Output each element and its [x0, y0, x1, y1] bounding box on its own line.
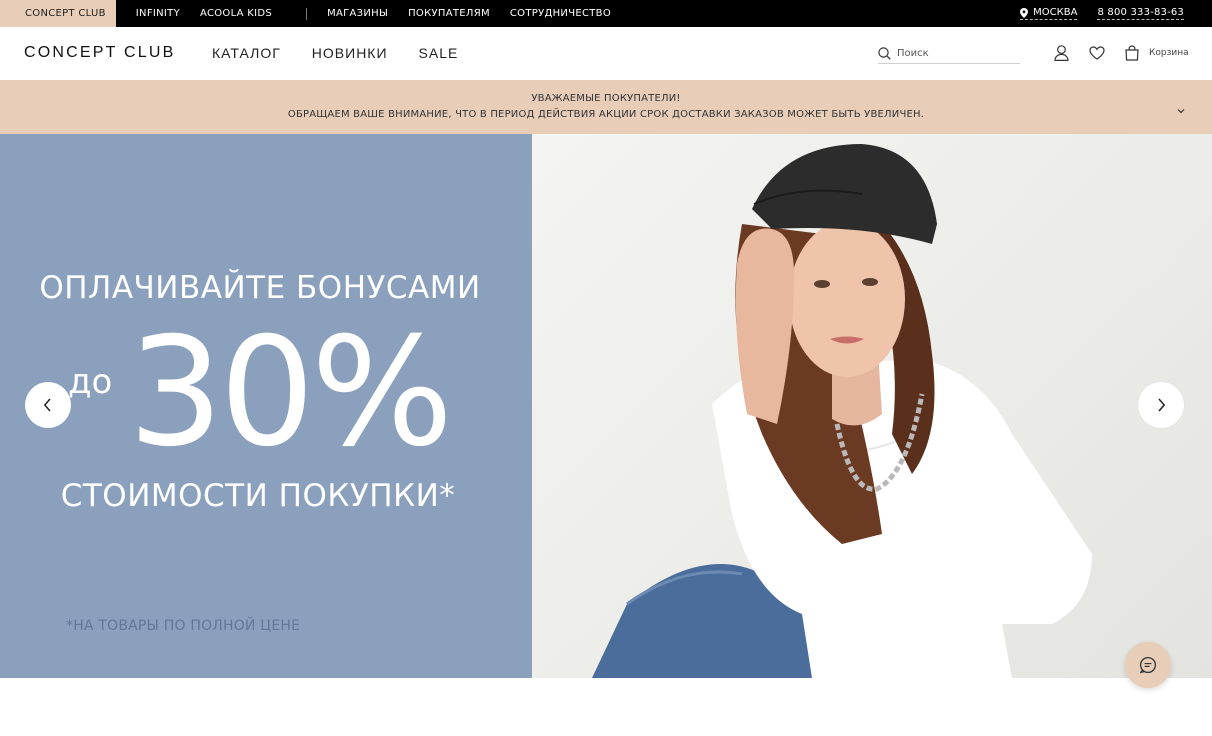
cart-button[interactable] — [1122, 43, 1142, 63]
topbar-right: МОСКВА 8 800 333-83-63 — [1020, 0, 1184, 27]
nav-catalog[interactable]: КАТАЛОГ — [212, 45, 281, 61]
user-icon — [1053, 45, 1069, 61]
notice-title: УВАЖАЕМЫЕ ПОКУПАТЕЛИ! — [531, 93, 681, 104]
heart-icon — [1089, 46, 1105, 60]
slider-next-button[interactable] — [1138, 382, 1184, 428]
promo-headline: ОПЛАЧИВАЙТЕ БОНУСАМИ — [39, 270, 481, 306]
location-pin-icon — [1020, 7, 1029, 18]
notice-text: ОБРАЩАЕМ ВАШЕ ВНИМАНИЕ, ЧТО В ПЕРИОД ДЕЙ… — [287, 109, 925, 120]
promo-subline: СТОИМОСТИ ПОКУПКИ* — [60, 478, 456, 514]
topbar-link-stores[interactable]: МАГАЗИНЫ — [327, 8, 388, 19]
nav-new[interactable]: НОВИНКИ — [312, 45, 388, 61]
search-input[interactable] — [897, 48, 1007, 59]
hero-promo-panel: ОПЛАЧИВАЙТЕ БОНУСАМИ до 30% СТОИМОСТИ ПО… — [0, 134, 532, 678]
model-photo-illustration — [592, 144, 1092, 678]
promo-footnote: *НА ТОВАРЫ ПО ПОЛНОЙ ЦЕНЕ — [66, 618, 301, 634]
chat-icon — [1139, 656, 1157, 674]
topbar-link-customers[interactable]: ПОКУПАТЕЛЯМ — [408, 8, 490, 19]
favorites-button[interactable] — [1087, 43, 1107, 63]
bag-icon — [1125, 45, 1139, 61]
promo-percent: 30% — [128, 306, 453, 480]
city-selector[interactable]: МОСКВА — [1020, 7, 1078, 20]
brand-tab-acoola-kids[interactable]: ACOOLA KIDS — [200, 8, 272, 19]
main-nav: КАТАЛОГ НОВИНКИ SALE — [212, 45, 489, 61]
chevron-down-icon — [1177, 109, 1185, 114]
search-box — [878, 44, 1020, 64]
hero-slider: ОПЛАЧИВАЙТЕ БОНУСАМИ до 30% СТОИМОСТИ ПО… — [0, 134, 1212, 678]
hero-photo — [532, 134, 1212, 678]
chat-button[interactable] — [1125, 642, 1171, 688]
brand-tab-infinity[interactable]: INFINITY — [136, 8, 180, 19]
chevron-right-icon — [1158, 398, 1166, 412]
chevron-left-icon — [43, 398, 51, 412]
notice-toggle[interactable] — [1176, 100, 1186, 119]
topbar-link-cooperation[interactable]: СОТРУДНИЧЕСТВО — [510, 8, 611, 19]
main-header: CONCEPT CLUB КАТАЛОГ НОВИНКИ SALE Корзин… — [0, 27, 1212, 80]
search-icon[interactable] — [878, 47, 891, 60]
phone-link[interactable]: 8 800 333-83-63 — [1097, 7, 1184, 20]
top-bar: CONCEPT CLUB INFINITY ACOOLA KIDS МАГАЗИ… — [0, 0, 1212, 27]
site-logo[interactable]: CONCEPT CLUB — [24, 44, 175, 62]
account-button[interactable] — [1051, 43, 1071, 63]
slider-prev-button[interactable] — [25, 382, 71, 428]
nav-sale[interactable]: SALE — [419, 45, 459, 61]
topbar-divider — [306, 7, 308, 20]
cart-label[interactable]: Корзина — [1149, 48, 1189, 58]
promo-prefix: до — [68, 362, 113, 402]
brand-tab-concept-club[interactable]: CONCEPT CLUB — [0, 0, 116, 27]
city-name: МОСКВА — [1033, 7, 1078, 18]
notice-banner: УВАЖАЕМЫЕ ПОКУПАТЕЛИ! ОБРАЩАЕМ ВАШЕ ВНИМ… — [0, 80, 1212, 134]
